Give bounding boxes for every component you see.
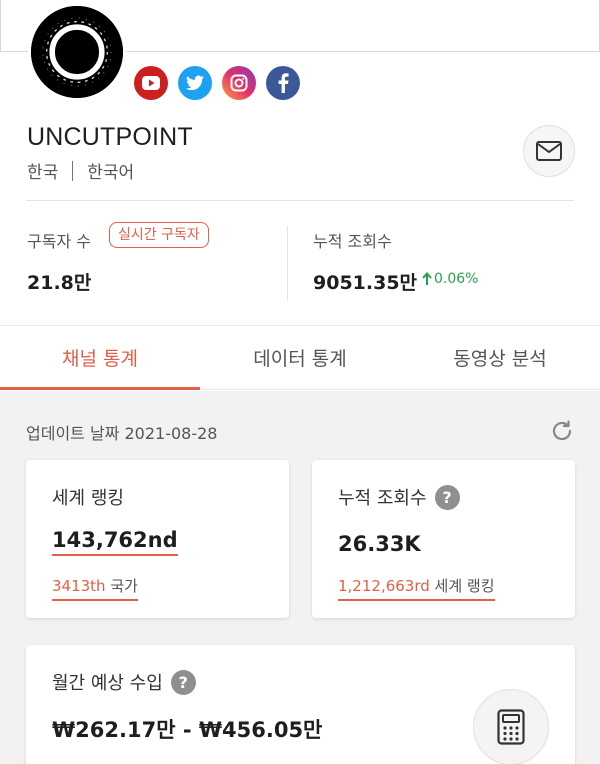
help-icon[interactable]: ? [170,669,196,695]
channel-avatar[interactable] [28,3,126,101]
divider [26,200,574,201]
stats-content: 업데이트 날짜 2021-08-28 세계 랭킹 143,762nd 3413t… [0,391,600,764]
country-rank-label: 국가 [110,577,138,595]
mail-icon [536,141,562,161]
subscribers-value: 21.8만 [27,272,92,294]
instagram-icon[interactable] [222,66,256,100]
revenue-card: 월간 예상 수입 ? ₩262.17만 - ₩456.05만 [26,645,575,764]
tab-bar: 채널 통계 데이터 통계 동영상 분석 [0,325,600,390]
tab-video-analysis[interactable]: 동영상 분석 [400,326,600,389]
views-world-rank-link[interactable]: 1,212,663rd 세계 랭킹 [338,575,495,601]
views-growth: 0.06% [422,271,478,287]
twitter-icon[interactable] [178,66,212,100]
revenue-value: ₩262.17만 - ₩456.05만 [52,718,323,742]
calculator-button[interactable] [473,689,549,764]
views-card: 누적 조회수 ? 26.33K 1,212,663rd 세계 랭킹 [312,460,575,618]
tab-data-stats[interactable]: 데이터 통계 [200,326,400,389]
country-rank-value: 3413th [52,577,106,595]
world-rank-title-text: 세계 랭킹 [52,488,124,509]
social-links [134,66,300,100]
world-rank-value: 143,762nd [52,528,178,556]
views-card-title-text: 누적 조회수 [338,488,427,509]
views-card-value: 26.33K [338,532,421,556]
update-date: 업데이트 날짜 2021-08-28 [26,424,218,443]
country-rank-link[interactable]: 3413th 국가 [52,575,138,601]
tab-channel-stats[interactable]: 채널 통계 [0,326,200,390]
refresh-icon[interactable] [550,419,574,443]
facebook-icon[interactable] [266,66,300,100]
realtime-subscribers-button[interactable]: 실시간 구독자 [109,222,209,248]
arrow-up-icon [422,272,432,285]
mail-button[interactable] [523,125,575,177]
views-world-rank-label: 세계 랭킹 [434,577,495,595]
help-icon[interactable]: ? [434,484,460,510]
youtube-icon[interactable] [134,66,168,100]
channel-name: UNCUTPOINT [27,123,193,151]
stat-divider [287,226,288,300]
meta-separator [72,160,74,181]
views-growth-value: 0.06% [434,271,479,287]
channel-language: 한국어 [87,163,135,183]
world-rank-card: 세계 랭킹 143,762nd 3413th 국가 [26,460,289,618]
channel-country: 한국 [27,163,59,183]
subscribers-label: 구독자 수 [27,232,91,251]
revenue-title-text: 월간 예상 수입 [52,673,163,694]
revenue-title: 월간 예상 수입 ? [52,669,196,695]
calculator-icon [497,709,525,745]
views-value: 9051.35만 [313,272,418,294]
views-label: 누적 조회수 [313,232,392,251]
views-card-title: 누적 조회수 ? [338,484,460,510]
world-rank-title: 세계 랭킹 [52,484,124,510]
world-rank-value-text: 143,762nd [52,528,178,556]
views-world-rank-value: 1,212,663rd [338,577,430,595]
channel-meta: 한국 한국어 [27,158,134,183]
